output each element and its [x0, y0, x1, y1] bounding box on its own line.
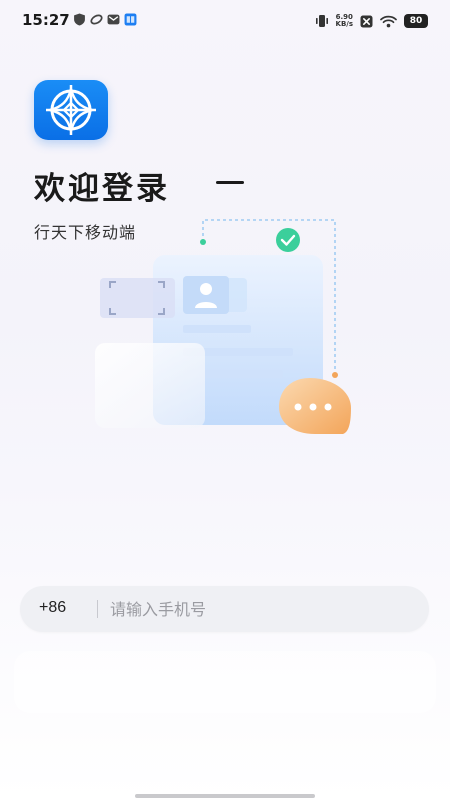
- vibrate-icon: [315, 15, 328, 27]
- app-logo: [34, 80, 108, 140]
- network-speed-unit: KB/s: [335, 20, 353, 28]
- loop-icon: [90, 14, 103, 25]
- status-time: 15:27: [22, 11, 70, 29]
- network-speed: 6.90 KB/s: [336, 14, 353, 28]
- app-badge-icon: [124, 13, 137, 26]
- home-indicator[interactable]: [135, 794, 315, 798]
- phone-number-input[interactable]: [110, 594, 410, 624]
- sim-off-icon: [360, 15, 373, 27]
- status-bar: 15:27 6.90 KB/s 80: [0, 0, 450, 40]
- input-divider: [97, 600, 98, 618]
- lower-panel: [14, 651, 436, 713]
- battery-icon: 80: [404, 14, 428, 28]
- title-dash: [216, 181, 244, 184]
- country-code-selector[interactable]: +86: [39, 599, 66, 617]
- compass-logo-icon: [46, 85, 96, 135]
- phone-input-container[interactable]: +86: [20, 586, 429, 632]
- shield-icon: [74, 13, 85, 26]
- wifi-icon: [380, 15, 397, 27]
- login-illustration: [95, 219, 351, 434]
- mail-icon: [107, 14, 120, 25]
